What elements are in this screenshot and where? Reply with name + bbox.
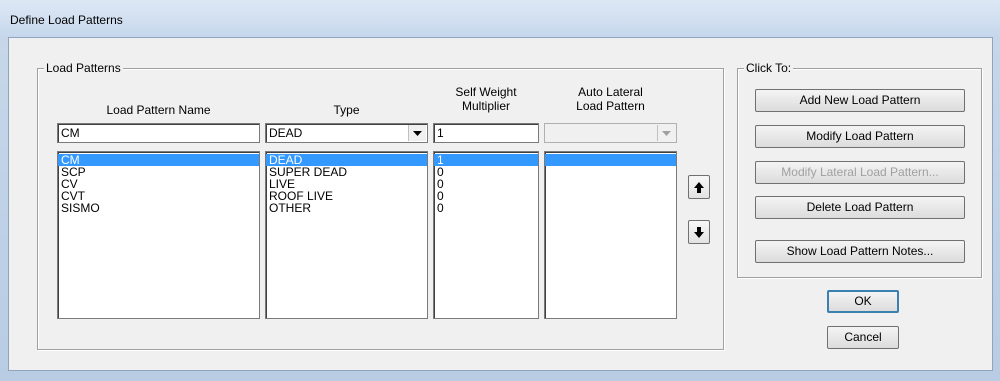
window-title: Define Load Patterns [10,13,123,27]
list-item[interactable]: 0 [434,202,538,214]
dialog-body: Load Patterns Load Pattern Name Type Sel… [8,37,993,371]
list-item[interactable]: CM [58,154,259,166]
header-self-weight-line1: Self Weight [455,85,517,99]
header-self-weight-line2: Multiplier [461,99,510,113]
load-patterns-group-label: Load Patterns [44,61,123,75]
show-load-pattern-notes-button[interactable]: Show Load Pattern Notes... [755,240,965,263]
arrow-up-icon [694,181,704,193]
list-item[interactable]: 0 [434,190,538,202]
load-pattern-name-list[interactable]: CM SCP CV CVT SISMO [57,151,260,319]
auto-lateral-list[interactable] [544,151,677,319]
cancel-button[interactable]: Cancel [827,326,899,349]
arrow-down-icon [694,226,704,238]
list-item[interactable]: SISMO [58,202,259,214]
list-item[interactable]: 1 [434,154,538,166]
list-item[interactable]: OTHER [266,202,427,214]
chevron-down-icon [413,130,422,136]
move-up-button[interactable] [688,175,710,199]
load-pattern-name-input[interactable]: CM [57,123,260,143]
header-load-pattern-name: Load Pattern Name [106,103,211,117]
type-select[interactable]: DEAD [265,123,428,143]
header-type: Type [333,103,360,117]
list-item[interactable]: SCP [58,166,259,178]
click-to-group: Click To: Add New Load Pattern Modify Lo… [737,61,982,278]
delete-load-pattern-button[interactable]: Delete Load Pattern [755,196,965,219]
modify-lateral-load-pattern-button: Modify Lateral Load Pattern... [755,161,965,184]
dialog-window: Define Load Patterns Load Patterns Load … [0,0,1000,381]
load-patterns-group: Load Patterns Load Pattern Name Type Sel… [37,61,724,350]
type-list[interactable]: DEAD SUPER DEAD LIVE ROOF LIVE OTHER [265,151,428,319]
auto-lateral-select [544,123,677,143]
header-auto-lateral-line2: Load Pattern [576,99,645,113]
title-bar[interactable]: Define Load Patterns [0,0,1000,37]
header-auto-lateral-line1: Auto Lateral [578,85,643,99]
add-new-load-pattern-button[interactable]: Add New Load Pattern [755,89,965,112]
list-item[interactable]: 0 [434,166,538,178]
multiplier-list[interactable]: 10000 [433,151,539,319]
chevron-down-icon [662,130,671,136]
ok-button[interactable]: OK [827,290,899,313]
list-item[interactable]: CV [58,178,259,190]
click-to-group-label: Click To: [744,61,794,75]
modify-load-pattern-button[interactable]: Modify Load Pattern [755,125,965,148]
list-item[interactable] [545,154,676,166]
header-auto-lateral: Auto Lateral Load Pattern [544,85,677,113]
header-self-weight: Self Weight Multiplier [433,85,539,113]
auto-lateral-dropdown-button [657,125,675,141]
move-down-button[interactable] [688,220,710,244]
self-weight-multiplier-input[interactable]: 1 [433,123,539,143]
type-select-value: DEAD [269,126,303,140]
type-dropdown-button[interactable] [408,125,426,141]
list-item[interactable]: 0 [434,178,538,190]
